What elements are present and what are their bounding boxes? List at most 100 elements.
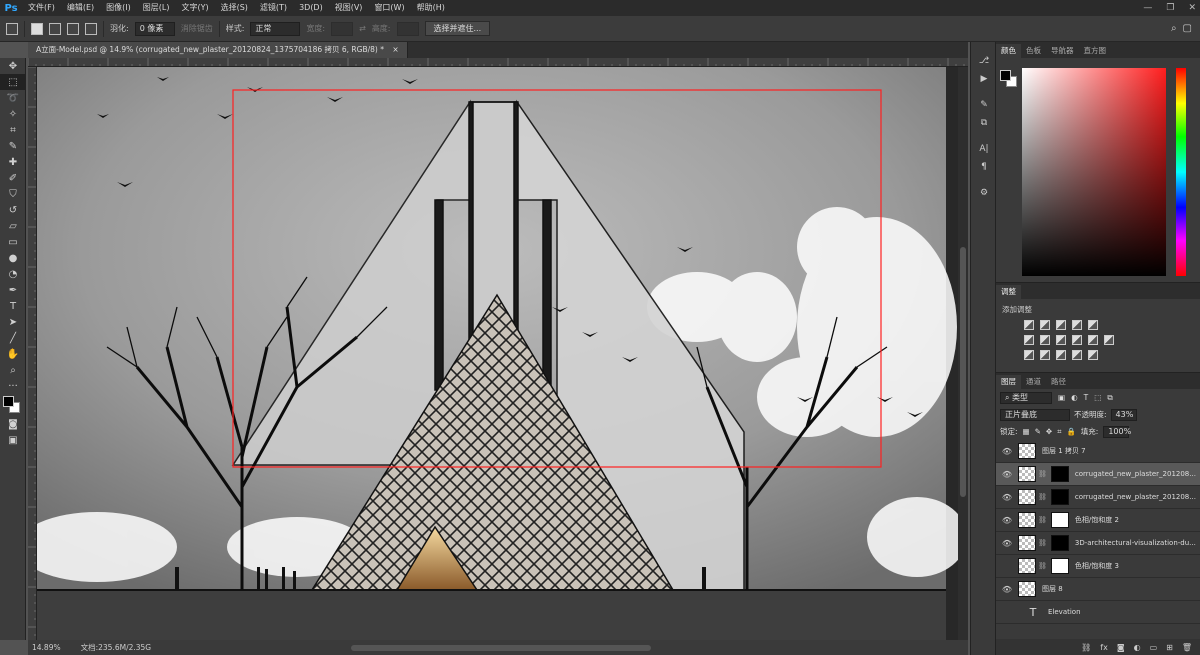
lasso-tool-icon[interactable]: ➰: [0, 90, 26, 106]
layer-row[interactable]: T Elevation: [996, 601, 1200, 624]
type-tool-icon[interactable]: T: [0, 298, 26, 314]
fx-icon[interactable]: fx: [1100, 643, 1108, 652]
mask-link-icon[interactable]: ⛓: [1038, 493, 1047, 501]
lock-paint-icon[interactable]: ✎: [1035, 427, 1041, 436]
saturation-value-picker[interactable]: [1022, 68, 1166, 276]
vibrance-icon[interactable]: [1088, 320, 1098, 330]
path-select-tool-icon[interactable]: ➤: [0, 314, 26, 330]
layer-row[interactable]: 👁 ⛓ 色相/饱和度 2: [996, 509, 1200, 532]
posterize-icon[interactable]: [1040, 350, 1050, 360]
layer-mask-thumbnail[interactable]: [1050, 512, 1069, 528]
layer-thumbnail[interactable]: [1018, 558, 1036, 574]
workspace-icon[interactable]: ▢: [1183, 23, 1192, 34]
history-brush-tool-icon[interactable]: ↺: [0, 202, 26, 218]
screen-mode-icon[interactable]: ▣: [0, 432, 26, 448]
lock-pixels-icon[interactable]: ▦: [1023, 427, 1030, 436]
tab-histogram[interactable]: 直方图: [1079, 44, 1112, 58]
layer-thumbnail[interactable]: [1018, 512, 1036, 528]
mask-link-icon[interactable]: ⛓: [1038, 470, 1047, 478]
actions-panel-icon[interactable]: ▶: [971, 70, 997, 88]
feather-field[interactable]: 0 像素: [134, 21, 175, 36]
search-icon[interactable]: ⌕: [1171, 23, 1177, 34]
zoom-level[interactable]: 14.89%: [32, 643, 61, 652]
character-panel-icon[interactable]: A|: [971, 140, 997, 158]
marquee-preset-icon[interactable]: [6, 22, 18, 35]
tab-layers[interactable]: 图层: [996, 375, 1021, 389]
hue-slider[interactable]: [1176, 68, 1186, 276]
magic-wand-tool-icon[interactable]: ✧: [0, 106, 26, 122]
minimize-button[interactable]: —: [1143, 0, 1152, 16]
foreground-color-swatch[interactable]: [3, 396, 14, 407]
brush-panel-icon[interactable]: ✎: [971, 96, 997, 114]
menu-item[interactable]: 视图(V): [329, 0, 369, 16]
color-balance-icon[interactable]: [1040, 335, 1050, 345]
filter-pixel-icon[interactable]: ▣: [1058, 393, 1065, 402]
visibility-eye-icon[interactable]: 👁: [1000, 516, 1014, 525]
layer-row[interactable]: 👁 ⛓ corrugated_new_plaster_201208...: [996, 463, 1200, 486]
delete-layer-icon[interactable]: 🗑: [1182, 643, 1192, 652]
tab-swatches[interactable]: 色板: [1021, 44, 1046, 58]
hue-saturation-icon[interactable]: [1024, 335, 1034, 345]
exposure-icon[interactable]: [1072, 320, 1082, 330]
layer-thumbnail[interactable]: [1018, 466, 1036, 482]
eraser-tool-icon[interactable]: ▱: [0, 218, 26, 234]
visibility-eye-icon[interactable]: 👁: [1000, 585, 1014, 594]
menu-item[interactable]: 滤镜(T): [254, 0, 293, 16]
properties-panel-icon[interactable]: ⚙: [971, 184, 997, 202]
mask-link-icon[interactable]: ⛓: [1038, 516, 1047, 524]
add-selection-icon[interactable]: [49, 22, 61, 35]
photo-filter-icon[interactable]: [1072, 335, 1082, 345]
style-select[interactable]: 正常: [250, 21, 301, 36]
new-group-icon[interactable]: ▭: [1150, 643, 1158, 652]
lock-artboard-icon[interactable]: ⌗: [1057, 427, 1061, 437]
history-panel-icon[interactable]: ⎇: [971, 52, 997, 70]
tab-color[interactable]: 颜色: [996, 44, 1021, 58]
paragraph-panel-icon[interactable]: ¶: [971, 158, 997, 176]
filter-shape-icon[interactable]: ⬚: [1094, 393, 1101, 402]
new-layer-icon[interactable]: ⊞: [1166, 643, 1173, 652]
levels-icon[interactable]: [1040, 320, 1050, 330]
eyedropper-tool-icon[interactable]: ✎: [0, 138, 26, 154]
opacity-field[interactable]: 43%: [1110, 408, 1137, 421]
fill-field[interactable]: 100%: [1103, 425, 1131, 438]
layer-thumbnail[interactable]: [1018, 443, 1036, 459]
crop-tool-icon[interactable]: ⌗: [0, 122, 26, 138]
antialias-checkbox[interactable]: 消除锯齿: [181, 23, 213, 34]
move-tool-icon[interactable]: ✥: [0, 58, 26, 74]
visibility-eye-icon[interactable]: 👁: [1000, 470, 1014, 479]
visibility-eye-icon[interactable]: 👁: [1000, 493, 1014, 502]
layer-row[interactable]: 👁 ⛓ 3D-architectural-visualization-du...: [996, 532, 1200, 555]
color-lookup-icon[interactable]: [1104, 335, 1114, 345]
stamp-tool-icon[interactable]: ⛉: [0, 186, 26, 202]
invert-icon[interactable]: [1024, 350, 1034, 360]
lock-all-icon[interactable]: 🔒: [1066, 427, 1075, 436]
clone-panel-icon[interactable]: ⧉: [971, 114, 997, 132]
blend-mode-select[interactable]: 正片叠底: [1000, 408, 1070, 421]
layer-mask-thumbnail[interactable]: [1050, 489, 1069, 505]
menu-item[interactable]: 选择(S): [215, 0, 254, 16]
layer-mask-thumbnail[interactable]: [1050, 558, 1069, 574]
horizontal-scrollbar[interactable]: [351, 644, 652, 651]
filter-adjust-icon[interactable]: ◐: [1071, 393, 1078, 402]
close-tab-icon[interactable]: ×: [392, 45, 398, 54]
blur-tool-icon[interactable]: ●: [0, 250, 26, 266]
brightness-icon[interactable]: [1024, 320, 1034, 330]
hand-tool-icon[interactable]: ✋: [0, 346, 26, 362]
tab-document[interactable]: A立面-Model.psd @ 14.9% (corrugated_new_pl…: [28, 42, 408, 58]
visibility-eye-icon[interactable]: 👁: [1000, 539, 1014, 548]
line-tool-icon[interactable]: ╱: [0, 330, 26, 346]
menu-item[interactable]: 图层(L): [137, 0, 176, 16]
layer-mask-thumbnail[interactable]: [1050, 535, 1069, 551]
layer-row[interactable]: 👁 图层 8: [996, 578, 1200, 601]
vertical-scrollbar[interactable]: [958, 67, 968, 640]
layer-thumbnail[interactable]: [1018, 489, 1036, 505]
layer-row[interactable]: ⛓ 色相/饱和度 3: [996, 555, 1200, 578]
threshold-icon[interactable]: [1056, 350, 1066, 360]
tab-adjustments[interactable]: 调整: [996, 285, 1021, 299]
channel-mixer-icon[interactable]: [1088, 335, 1098, 345]
height-field[interactable]: [396, 21, 419, 36]
new-selection-icon[interactable]: [31, 22, 43, 35]
filter-type-icon[interactable]: T: [1084, 393, 1089, 402]
mask-link-icon[interactable]: ⛓: [1038, 539, 1047, 547]
quick-mask-icon[interactable]: ◙: [0, 416, 26, 432]
